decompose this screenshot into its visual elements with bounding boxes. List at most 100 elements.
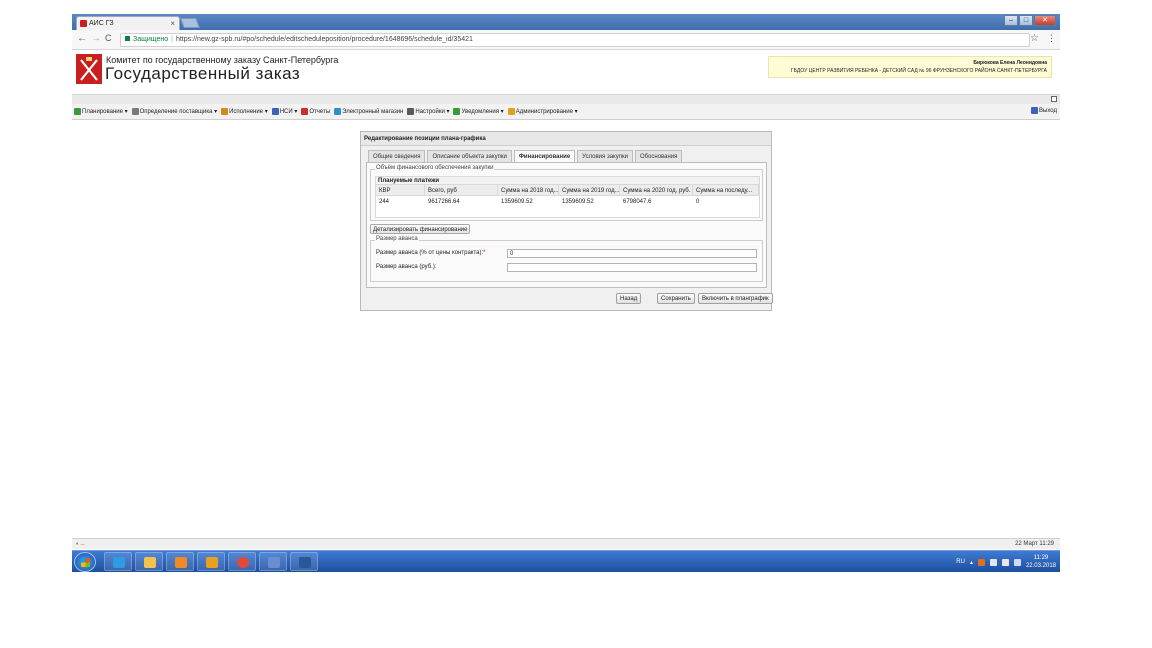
- clock-date: 22.03.2018: [1025, 563, 1056, 569]
- notifications-icon: [453, 108, 461, 115]
- column-header-total[interactable]: Всего, руб: [425, 185, 498, 195]
- menu-item-nsi[interactable]: НСИ ▾: [271, 108, 297, 115]
- taskbar-media-player[interactable]: [166, 552, 194, 571]
- menu-item-settings[interactable]: Настройки ▾: [407, 108, 449, 115]
- reports-icon: [301, 108, 309, 115]
- taskbar-word[interactable]: [290, 552, 318, 571]
- browser-menu-icon[interactable]: ⋮: [1047, 33, 1056, 44]
- advance-percent-label: Размер аванса (% от цены контракта):*: [376, 250, 486, 256]
- taskbar-chrome[interactable]: [228, 552, 256, 571]
- taskbar-explorer[interactable]: [135, 552, 163, 571]
- user-info-box: Бирюкова Елена Леонидовна ГБДОУ ЦЕНТР РА…: [768, 56, 1052, 78]
- secure-label: Защищено: [133, 36, 169, 43]
- tab-title: АИС ГЗ: [89, 20, 114, 27]
- cell-2020: 6798047.6: [623, 199, 652, 205]
- start-button[interactable]: [74, 552, 96, 572]
- grid-title: Плануемые платежи: [376, 177, 759, 185]
- browser-titlebar: АИС ГЗ × – □ ✕: [72, 14, 1060, 30]
- tray-expand-icon[interactable]: ▴: [970, 559, 973, 566]
- eshop-icon: [334, 108, 342, 115]
- url-bar[interactable]: Защищено | https://new.gz-spb.ru/#po/sched…: [120, 33, 1030, 47]
- cell-2019: 1359609.52: [562, 199, 594, 205]
- financing-legend: Объём финансового обеспечения закупки: [375, 165, 495, 171]
- action-center-flag-icon[interactable]: [1001, 558, 1009, 566]
- back-dialog-button[interactable]: Назад: [616, 293, 642, 304]
- dialog-tabs: Общие сведения Описание объекта закупки …: [368, 150, 683, 163]
- close-window-button[interactable]: ✕: [1034, 15, 1056, 26]
- menu-item-eshop[interactable]: Электронный магазин: [334, 108, 403, 115]
- nsi-icon: [271, 108, 279, 115]
- menu-item-execution[interactable]: Исполнение ▾: [221, 108, 268, 115]
- column-header-2019[interactable]: Сумма на 2019 год...: [559, 185, 620, 195]
- reload-button[interactable]: C: [105, 33, 112, 43]
- lock-icon: [125, 36, 130, 41]
- collapse-strip: [72, 94, 1060, 104]
- include-in-plan-button[interactable]: Включить в планграфик: [698, 293, 773, 304]
- chrome-icon: [237, 557, 249, 568]
- financing-panel: Объём финансового обеспечения закупки Пл…: [366, 162, 767, 288]
- advance-rub-input[interactable]: [507, 263, 757, 272]
- tab-justifications[interactable]: Обоснования: [634, 150, 683, 162]
- site-favicon-icon: [80, 20, 87, 27]
- grid-header: КВР Всего, руб Сумма на 2018 год... Сумм…: [376, 185, 759, 196]
- media-player-icon: [175, 557, 187, 568]
- advance-percent-input[interactable]: 0: [507, 249, 757, 258]
- coat-of-arms-logo[interactable]: [76, 54, 102, 84]
- payments-grid: Плануемые платежи КВР Всего, руб Сумма н…: [375, 176, 760, 218]
- tab-purchase-conditions[interactable]: Условия закупки: [577, 150, 633, 162]
- advance-rub-label: Размер аванса (руб.):: [376, 264, 437, 270]
- menu-item-admin[interactable]: Администрирование ▾: [507, 108, 578, 115]
- address-toolbar: ← → C Защищено | https://new.gz-spb.ru/#po…: [72, 30, 1060, 50]
- menu-item-planning[interactable]: Планирование ▾: [74, 108, 128, 115]
- column-header-2020[interactable]: Сумма на 2020 год, руб.: [620, 185, 693, 195]
- detail-financing-button[interactable]: Детализировать финансирование: [370, 224, 471, 234]
- settings-icon: [407, 108, 415, 115]
- url-text: https://new.gz-spb.ru/#po/schedule/edits…: [175, 36, 473, 43]
- logout-button[interactable]: Выход: [1031, 107, 1057, 114]
- column-header-later[interactable]: Сумма на последу...: [693, 185, 759, 195]
- table-row[interactable]: 244 9617266.64 1359609.52 1359609.52 679…: [376, 196, 759, 207]
- antivirus-icon[interactable]: [977, 558, 985, 566]
- taskbar-remote-desktop[interactable]: [259, 552, 287, 571]
- maximize-button[interactable]: □: [1019, 15, 1033, 26]
- collapse-header-button[interactable]: [1051, 96, 1057, 102]
- tab-object-description[interactable]: Описание объекта закупки: [427, 150, 512, 162]
- ie-icon: [113, 557, 125, 568]
- bookmark-star-icon[interactable]: ☆: [1030, 33, 1039, 44]
- browser-tab[interactable]: АИС ГЗ ×: [76, 16, 180, 30]
- logout-icon: [1031, 107, 1039, 114]
- edit-position-dialog: Редактирование позиции плана-графика Общ…: [360, 131, 773, 311]
- cell-2018: 1359609.52: [501, 199, 533, 205]
- windows-taskbar: RU ▴ 11:29 22.03.2018: [72, 550, 1060, 572]
- window-controls: – □ ✕: [1004, 15, 1056, 27]
- menu-item-reports[interactable]: Отчеты: [301, 108, 330, 115]
- taskbar-ie[interactable]: [104, 552, 132, 571]
- column-header-2018[interactable]: Сумма на 2018 год...: [498, 185, 559, 195]
- column-header-kvr[interactable]: КВР: [376, 185, 425, 195]
- minimize-button[interactable]: –: [1004, 15, 1018, 26]
- network-icon[interactable]: [1013, 558, 1021, 566]
- language-indicator[interactable]: RU: [956, 559, 965, 565]
- cell-kvr: 244: [379, 199, 390, 205]
- user-organization: ГБДОУ ЦЕНТР РАЗВИТИЯ РЕБЕНКА - ДЕТСКИЙ С…: [790, 68, 1047, 74]
- screen: АИС ГЗ × – □ ✕ ← → C Защищено | https://ne…: [72, 14, 1060, 572]
- taskbar-outlook[interactable]: [197, 552, 225, 571]
- remote-desktop-icon: [268, 557, 280, 568]
- status-datetime: 22 Март 11:29: [1015, 541, 1054, 547]
- tab-general[interactable]: Общие сведения: [368, 150, 426, 162]
- menu-item-notifications[interactable]: Уведомления ▾: [453, 108, 504, 115]
- volume-icon[interactable]: [989, 558, 997, 566]
- save-button[interactable]: Сохранить: [657, 293, 695, 304]
- required-marker: *: [483, 250, 486, 256]
- status-bar: ◐ ... 22 Март 11:29: [72, 538, 1060, 549]
- main-menu: Планирование ▾ Определение поставщика ▾ …: [72, 104, 1060, 120]
- word-icon: [299, 557, 311, 568]
- new-tab-button[interactable]: [180, 18, 200, 28]
- tab-close-icon[interactable]: ×: [170, 19, 175, 28]
- back-button[interactable]: ←: [77, 33, 87, 44]
- forward-button[interactable]: →: [91, 33, 101, 44]
- user-name: Бирюкова Елена Леонидовна: [973, 60, 1047, 66]
- cell-total: 9617266.64: [428, 199, 460, 205]
- taskbar-clock[interactable]: 11:29 22.03.2018: [1026, 554, 1056, 570]
- menu-item-supplier[interactable]: Определение поставщика ▾: [131, 108, 217, 115]
